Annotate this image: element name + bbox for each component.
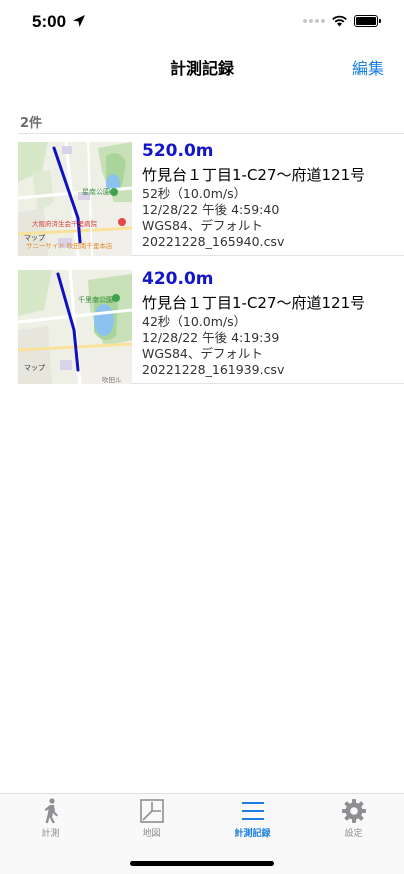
tab-settings-label: 設定 (344, 829, 363, 839)
edit-button[interactable]: 編集 (352, 55, 384, 79)
record-route-name: 竹見台１丁目1-C27〜府道121号 (142, 166, 366, 184)
wifi-icon (332, 15, 347, 27)
map-store-label: サニーサイド 吹田南千里本店 (26, 241, 113, 250)
list-icon (241, 802, 264, 820)
tab-records-label: 計測記録 (234, 829, 271, 839)
record-datum: WGS84、デフォルト (142, 218, 263, 233)
record-details: 420.0m 竹見台１丁目1-C27〜府道121号 42秒（10.0m/s） 1… (142, 268, 396, 378)
route-map-thumbnail: 星南公園 大阪府済生会千里病院 サニーサイド 吹田南千里本店 マップ (18, 142, 132, 256)
map-image: 星南公園 大阪府済生会千里病院 サニーサイド 吹田南千里本店 マップ (18, 142, 132, 256)
record-row[interactable]: 千里南公園 マップ 吹田ル 420.0m 竹見台１丁目1-C27〜府道121号 … (18, 262, 404, 384)
status-indicators (303, 14, 381, 27)
record-datetime: 12/28/22 午後 4:19:39 (142, 330, 280, 345)
gear-icon (341, 799, 366, 823)
tab-measure-label: 計測 (41, 829, 60, 839)
map-park-label: 星南公園 (82, 187, 110, 196)
tab-measure[interactable]: 計測 (0, 798, 101, 839)
location-arrow-icon (73, 15, 85, 27)
record-datum: WGS84、デフォルト (142, 346, 263, 361)
map-icon (139, 799, 164, 823)
record-row[interactable]: 星南公園 大阪府済生会千里病院 サニーサイド 吹田南千里本店 マップ 520.0… (18, 134, 404, 256)
page-title: 計測記録 (169, 59, 234, 78)
record-filename: 20221228_161939.csv (142, 362, 285, 377)
record-route-name: 竹見台１丁目1-C27〜府道121号 (142, 294, 366, 312)
tab-bar: 計測 地図 計測記録 設定 (0, 793, 404, 874)
record-datetime: 12/28/22 午後 4:59:40 (142, 202, 280, 217)
map-image: 千里南公園 マップ 吹田ル (18, 270, 132, 384)
navigation-bar: 計測記録 編集 (0, 46, 404, 90)
tab-records[interactable]: 計測記録 (202, 798, 303, 839)
tab-settings[interactable]: 設定 (303, 798, 404, 839)
record-distance: 420.0m (142, 269, 214, 289)
status-time: 5:00 (32, 12, 67, 31)
tab-map-label: 地図 (142, 829, 161, 839)
record-filename: 20221228_165940.csv (142, 234, 285, 249)
maps-attribution-label: マップ (24, 364, 45, 372)
map-legal-label: 吹田ル (102, 375, 122, 384)
maps-attribution-label: マップ (24, 234, 45, 242)
route-map-thumbnail: 千里南公園 マップ 吹田ル (18, 270, 132, 384)
map-hospital-label: 大阪府済生会千里病院 (32, 219, 98, 228)
cellular-signal-icon (303, 18, 325, 23)
record-duration: 42秒（10.0m/s） (142, 314, 247, 329)
record-count-header: 2件 (20, 116, 43, 131)
record-details: 520.0m 竹見台１丁目1-C27〜府道121号 52秒（10.0m/s） 1… (142, 140, 396, 250)
home-indicator (130, 861, 274, 866)
map-park-label: 千里南公園 (78, 295, 113, 304)
record-distance: 520.0m (142, 141, 214, 161)
tab-map[interactable]: 地図 (101, 798, 202, 839)
walking-person-icon (44, 798, 58, 823)
record-duration: 52秒（10.0m/s） (142, 186, 247, 201)
battery-icon (354, 14, 381, 27)
status-bar: 5:00 (0, 0, 404, 46)
